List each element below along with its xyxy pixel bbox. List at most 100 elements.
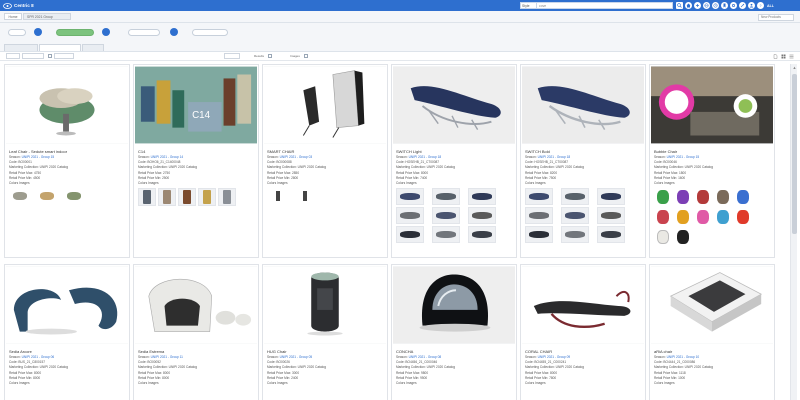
clock-icon[interactable]	[712, 2, 719, 9]
season-link[interactable]: UNIPI 2021 - Group 08	[409, 355, 442, 359]
product-image[interactable]	[393, 66, 515, 144]
product-image[interactable]	[522, 266, 644, 344]
search-icon[interactable]	[676, 2, 683, 9]
view-tab-1[interactable]	[4, 44, 38, 51]
color-thumb[interactable]	[597, 226, 625, 243]
color-thumb[interactable]	[734, 208, 752, 226]
product-image[interactable]	[651, 66, 773, 144]
color-thumb[interactable]	[36, 188, 58, 204]
centric-logo-icon[interactable]	[3, 2, 12, 9]
tab-group[interactable]: SPR 2021 Group	[23, 13, 71, 20]
action-dot-1[interactable]	[34, 28, 42, 36]
color-thumb[interactable]	[468, 188, 496, 205]
color-thumb[interactable]	[734, 188, 752, 206]
search-type-select[interactable]: Style	[520, 2, 537, 9]
filter-select-3[interactable]	[54, 53, 74, 59]
filter-select-4[interactable]	[224, 53, 240, 59]
globe-icon[interactable]	[703, 2, 710, 9]
product-card[interactable]: Leaf Chair - Sedute smart indoor Season:…	[4, 64, 130, 258]
color-thumb[interactable]	[597, 188, 625, 205]
color-thumb[interactable]	[468, 226, 496, 243]
color-thumb[interactable]	[9, 188, 31, 204]
user-icon[interactable]	[748, 2, 755, 9]
color-thumb[interactable]	[396, 226, 424, 243]
color-thumb[interactable]	[218, 188, 236, 206]
images-checkbox[interactable]	[303, 54, 308, 58]
help-icon[interactable]: ?	[757, 2, 764, 9]
season-link[interactable]: UNIPI 2021 - Group 10	[667, 355, 700, 359]
product-image[interactable]: C14	[135, 66, 257, 144]
home-icon[interactable]	[685, 2, 692, 9]
bookmark-icon[interactable]	[721, 2, 728, 9]
product-image[interactable]	[135, 266, 257, 344]
season-link[interactable]: UNIPI 2021 - Group 05	[280, 355, 313, 359]
color-thumb[interactable]	[674, 228, 692, 246]
color-thumb[interactable]	[396, 207, 424, 224]
product-card[interactable]: SWITCH Bold Season: UNIPI 2021 - Group 1…	[520, 64, 646, 258]
color-thumb[interactable]	[654, 228, 672, 246]
color-thumb[interactable]	[694, 188, 712, 206]
color-thumb[interactable]	[396, 188, 424, 205]
color-thumb[interactable]	[714, 188, 732, 206]
vertical-scrollbar[interactable]: ▲	[790, 64, 797, 400]
product-card[interactable]: Sedia Estrema Season: UNIPI 2021 - Group…	[133, 264, 259, 400]
color-thumb[interactable]	[432, 226, 460, 243]
product-image[interactable]	[6, 266, 128, 344]
color-thumb[interactable]	[198, 188, 216, 206]
color-thumb[interactable]	[561, 207, 589, 224]
season-link[interactable]: UNIPI 2021 - Group 11	[151, 355, 183, 359]
settings-icon[interactable]	[730, 2, 737, 9]
season-link[interactable]: UNIPI 2021 - Group 14	[151, 155, 184, 159]
color-thumb[interactable]	[525, 188, 553, 205]
product-card[interactable]: C14 C14 Season: UNIPI 2021 - Group 14 Co…	[133, 64, 259, 258]
season-link[interactable]: UNIPI 2021 - Group 15	[667, 155, 700, 159]
color-thumb[interactable]	[525, 226, 553, 243]
action-pill-tertiary[interactable]	[192, 28, 228, 36]
color-thumb[interactable]	[525, 207, 553, 224]
color-thumb[interactable]	[561, 226, 589, 243]
view-tab-2[interactable]	[39, 44, 81, 51]
sub-search-input[interactable]	[758, 13, 794, 21]
document-icon[interactable]	[773, 54, 778, 59]
product-image[interactable]	[264, 66, 386, 144]
season-link[interactable]: UNIPI 2021 - Group 03	[280, 155, 313, 159]
color-thumb[interactable]	[468, 207, 496, 224]
product-card[interactable]: aRiA chair Season: UNIPI 2021 - Group 10…	[649, 264, 775, 400]
product-card[interactable]: CONCHA Season: UNIPI 2021 - Group 08 Cod…	[391, 264, 517, 400]
product-card[interactable]: Bubble Chair Season: UNIPI 2021 - Group …	[649, 64, 775, 258]
all-button[interactable]: ALL	[767, 4, 774, 8]
color-thumb[interactable]	[158, 188, 176, 206]
color-thumb[interactable]	[294, 188, 316, 204]
color-thumb[interactable]	[432, 207, 460, 224]
action-pill-primary[interactable]	[56, 28, 94, 36]
color-thumb[interactable]	[432, 188, 460, 205]
scroll-up-icon[interactable]: ▲	[792, 65, 797, 70]
results-checkbox[interactable]	[268, 54, 273, 58]
product-image[interactable]	[6, 66, 128, 144]
scrollbar-thumb[interactable]	[792, 74, 797, 234]
grid-view-icon[interactable]	[781, 54, 786, 59]
filter-select-2[interactable]	[22, 53, 44, 59]
color-thumb[interactable]	[654, 208, 672, 226]
filter-select-1[interactable]	[6, 53, 20, 59]
action-pill-secondary[interactable]	[128, 28, 160, 36]
view-tab-3[interactable]	[82, 44, 104, 51]
color-thumb[interactable]	[178, 188, 196, 206]
product-image[interactable]	[651, 266, 773, 344]
product-card[interactable]: CORAL CHAIR Season: UNIPI 2021 - Group 0…	[520, 264, 646, 400]
color-thumb[interactable]	[674, 188, 692, 206]
season-link[interactable]: UNIPI 2021 - Group 18	[538, 155, 571, 159]
action-pill-back[interactable]	[8, 28, 26, 36]
season-link[interactable]: UNIPI 2021 - Group 09	[538, 355, 571, 359]
season-link[interactable]: UNIPI 2021 - Group 18	[409, 155, 442, 159]
product-card[interactable]: HUG Chair Season: UNIPI 2021 - Group 05 …	[262, 264, 388, 400]
add-icon[interactable]	[694, 2, 701, 9]
product-card[interactable]: Sedia Arcore Season: UNIPI 2021 - Group …	[4, 264, 130, 400]
color-thumb[interactable]	[674, 208, 692, 226]
color-thumb[interactable]	[714, 208, 732, 226]
color-thumb[interactable]	[267, 188, 289, 204]
product-card[interactable]: SMART CHAIR Season: UNIPI 2021 - Group 0…	[262, 64, 388, 258]
season-link[interactable]: UNIPI 2021 - Group 06	[22, 355, 55, 359]
action-dot-2[interactable]	[102, 28, 110, 36]
filter-checkbox-1[interactable]	[48, 54, 52, 58]
